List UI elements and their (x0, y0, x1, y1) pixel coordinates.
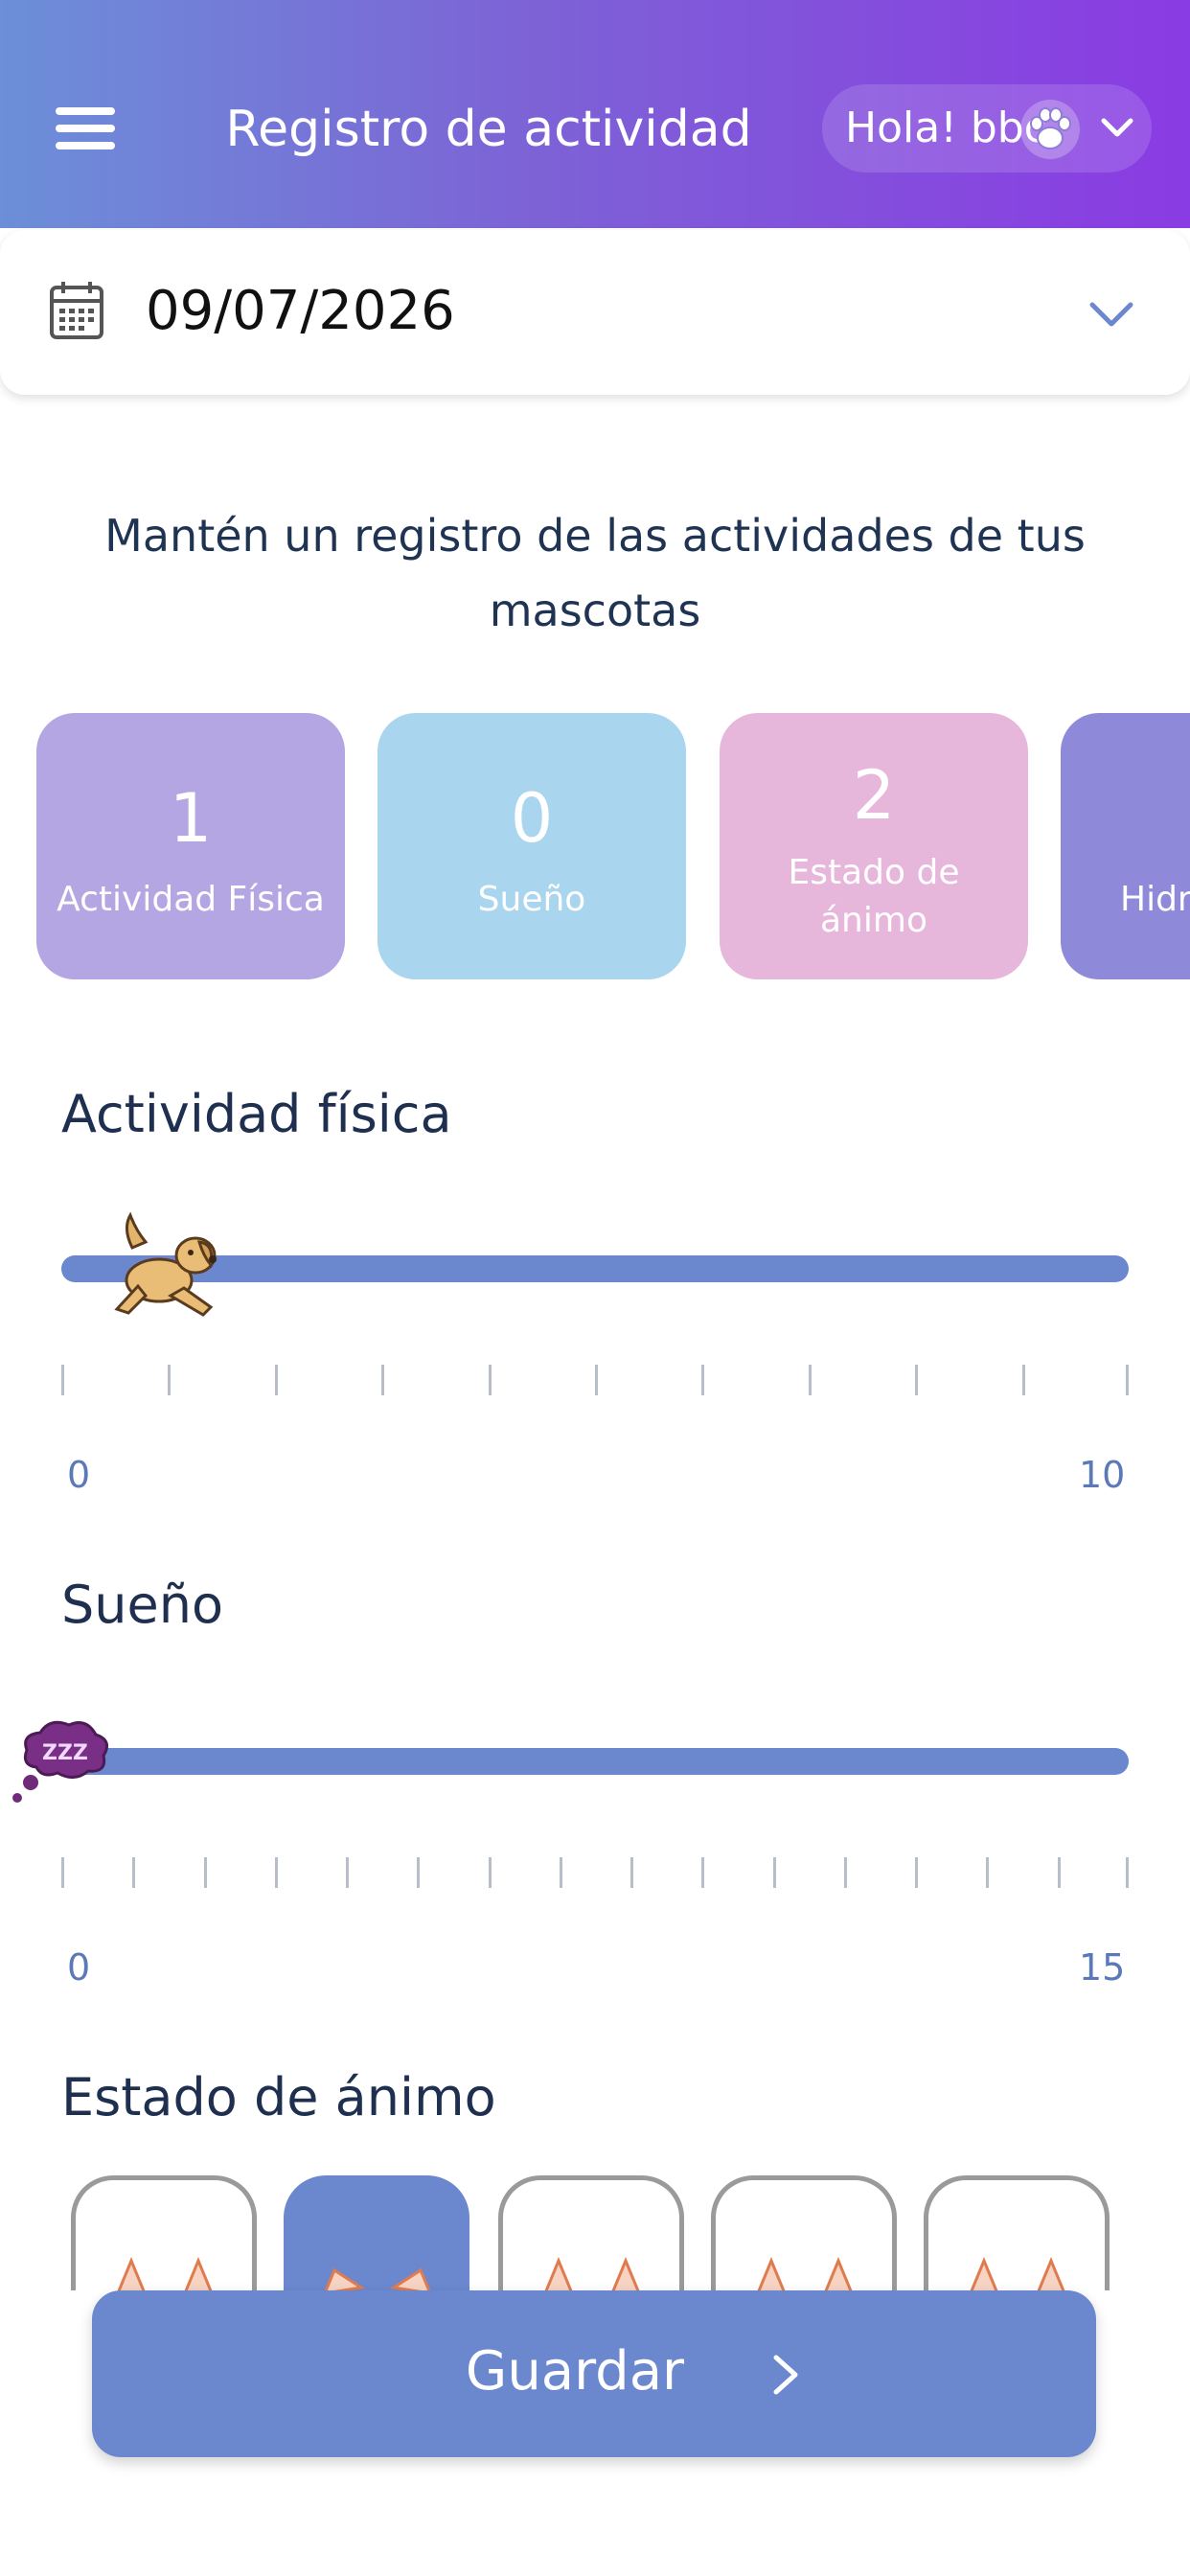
mood-option-selected[interactable] (284, 2175, 469, 2290)
date-selector[interactable]: 09/07/2026 (0, 230, 1190, 395)
cat-ears-icon (117, 2257, 213, 2290)
date-value: 09/07/2026 (146, 280, 455, 342)
slider-tick (61, 1857, 64, 1888)
slider-tick (809, 1365, 812, 1395)
cat-ears-icon (544, 2257, 640, 2290)
user-menu-button[interactable]: Hola! bbc (822, 84, 1152, 172)
summary-card-mood[interactable]: 2 Estado de ánimo (720, 713, 1028, 979)
slider-tick (381, 1365, 384, 1395)
slider-tick (489, 1365, 492, 1395)
slider-tick (915, 1365, 918, 1395)
card-count: 2 (852, 756, 896, 835)
card-count: 0 (510, 779, 554, 858)
sleep-title: Sueño (61, 1575, 223, 1635)
slider-tick (701, 1857, 704, 1888)
slider-tick (1022, 1365, 1025, 1395)
slider-tick (701, 1365, 704, 1395)
user-greeting: Hola! bbc (845, 104, 1047, 152)
save-button-label: Guardar (92, 2338, 1096, 2405)
card-label: Estado de ánimo (788, 853, 960, 940)
card-label: Sueño (477, 880, 586, 919)
slider-tick (489, 1857, 492, 1888)
sleep-min-label: 0 (67, 1946, 91, 1989)
svg-text:ZZZ: ZZZ (42, 1741, 88, 1765)
activity-title: Actividad física (61, 1084, 452, 1144)
cat-ears-icon (970, 2257, 1065, 2290)
app-header: Registro de actividad Hola! bbc (0, 0, 1190, 228)
slider-tick (844, 1857, 847, 1888)
card-count: 1 (169, 779, 213, 858)
paw-icon (1020, 100, 1080, 159)
chevron-right-icon (773, 2355, 798, 2395)
slider-tick (773, 1857, 776, 1888)
mood-title: Estado de ánimo (61, 2067, 496, 2128)
mood-option[interactable] (711, 2175, 897, 2290)
summary-card-hydration[interactable]: Hidr (1061, 713, 1190, 979)
summary-cards: 1 Actividad Física 0 Sueño 2 Estado de á… (36, 713, 1190, 981)
sleep-slider-ticks (61, 1857, 1129, 1888)
mood-option[interactable] (71, 2175, 257, 2290)
slider-tick (61, 1365, 64, 1395)
chevron-down-icon[interactable] (1088, 297, 1134, 332)
mood-option[interactable] (924, 2175, 1110, 2290)
activity-min-label: 0 (67, 1454, 91, 1496)
slider-tick (1058, 1857, 1061, 1888)
slider-tick (346, 1857, 349, 1888)
sleep-slider-track[interactable] (61, 1748, 1129, 1775)
slider-tick (560, 1857, 562, 1888)
page-subtitle: Mantén un registro de las actividades de… (104, 510, 1086, 636)
calendar-icon (50, 282, 103, 339)
page-title: Registro de actividad (225, 101, 752, 158)
slider-tick (986, 1857, 989, 1888)
slider-tick (204, 1857, 207, 1888)
slider-tick (275, 1365, 278, 1395)
slider-tick (595, 1365, 598, 1395)
zzz-sleep-icon[interactable]: ZZZ (8, 1710, 113, 1806)
summary-card-sleep[interactable]: 0 Sueño (378, 713, 686, 979)
slider-tick (417, 1857, 420, 1888)
mood-option[interactable] (498, 2175, 684, 2290)
save-label-text: Guardar (465, 2340, 685, 2403)
slider-tick (1126, 1365, 1129, 1395)
slider-tick (1126, 1857, 1129, 1888)
card-label: Hidr (1120, 880, 1190, 919)
sleep-max-label: 15 (1079, 1946, 1126, 1989)
cat-ears-icon (757, 2257, 853, 2290)
slider-tick (132, 1857, 135, 1888)
slider-tick (915, 1857, 918, 1888)
hamburger-menu-icon[interactable] (56, 107, 115, 150)
card-label: Actividad Física (57, 880, 325, 919)
dog-icon[interactable] (103, 1209, 228, 1324)
mood-options (0, 2175, 1190, 2290)
slider-tick (168, 1365, 171, 1395)
chevron-down-icon[interactable] (1100, 113, 1134, 142)
save-button[interactable]: Guardar (92, 2290, 1096, 2457)
summary-card-physical-activity[interactable]: 1 Actividad Física (36, 713, 345, 979)
slider-tick (275, 1857, 278, 1888)
cat-ears-icon (325, 2267, 430, 2290)
activity-max-label: 10 (1079, 1454, 1126, 1496)
activity-slider-ticks (61, 1365, 1129, 1395)
slider-tick (630, 1857, 633, 1888)
